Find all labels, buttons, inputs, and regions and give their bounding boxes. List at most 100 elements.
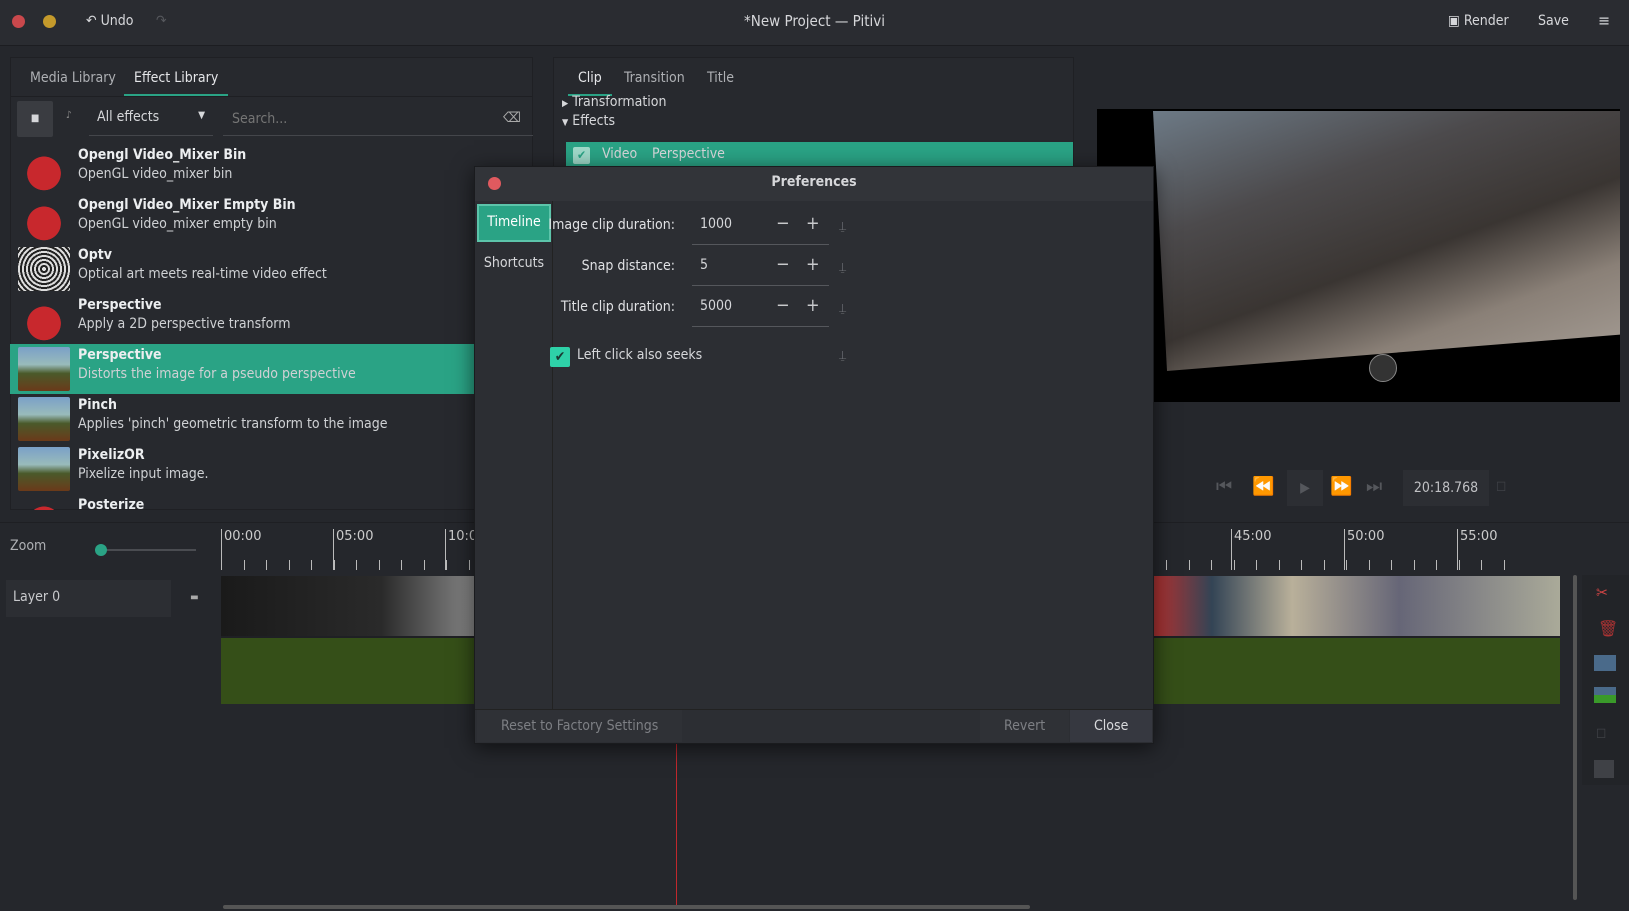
- expander-right-icon: ▶: [562, 99, 569, 109]
- effects-expander[interactable]: ▼ Effects: [562, 113, 615, 129]
- field-value[interactable]: 5: [700, 257, 708, 273]
- audio-effects-toggle[interactable]: ♪: [66, 110, 72, 121]
- effect-category: Video: [602, 146, 638, 162]
- minimize-window-button[interactable]: [43, 15, 56, 28]
- snapshot-icon[interactable]: ◻: [1596, 725, 1606, 741]
- gift-icon: [18, 497, 70, 510]
- close-button[interactable]: Close: [1070, 710, 1153, 742]
- split-icon[interactable]: ✂: [1596, 583, 1608, 602]
- transform-handle[interactable]: [1369, 354, 1397, 382]
- effect-name: Optv: [78, 247, 112, 263]
- field-value[interactable]: 5000: [700, 298, 732, 314]
- dialog-title: Preferences: [771, 174, 857, 190]
- layer-menu-icon[interactable]: ▬: [190, 592, 199, 603]
- menu-icon[interactable]: ≡: [1598, 11, 1610, 30]
- effect-name: Opengl Video_Mixer Empty Bin: [78, 197, 296, 213]
- transformation-expander[interactable]: ▶ Transformation: [562, 94, 666, 110]
- zoom-slider[interactable]: [95, 544, 196, 556]
- effect-list-item[interactable]: Opengl Video_Mixer Bin OpenGL video_mixer…: [10, 144, 475, 194]
- dialog-titlebar: Preferences: [475, 167, 1153, 201]
- play-icon[interactable]: ▶: [1287, 470, 1323, 506]
- reset-field-icon[interactable]: ⍊: [839, 348, 846, 363]
- close-window-button[interactable]: [12, 15, 25, 28]
- video-effects-toggle[interactable]: ■: [17, 101, 53, 137]
- timecode-display[interactable]: 20:18.768: [1403, 470, 1489, 506]
- undo-icon: ↶: [86, 13, 97, 29]
- effect-description: OpenGL video_mixer empty bin: [78, 216, 277, 232]
- ruler-tick: [221, 560, 222, 570]
- minus-icon[interactable]: −: [776, 213, 790, 234]
- group-icon[interactable]: [1594, 655, 1616, 671]
- video-viewer[interactable]: [1097, 109, 1620, 402]
- tab-effect-library[interactable]: Effect Library: [124, 70, 229, 96]
- playhead[interactable]: [676, 720, 677, 905]
- effect-list-item[interactable]: Pinch Applies 'pinch' geometric transform…: [10, 394, 475, 444]
- go-to-start-icon[interactable]: ⏮: [1216, 476, 1232, 497]
- left-click-seeks-label[interactable]: Left click also seeks: [577, 347, 702, 363]
- reset-field-icon[interactable]: ⍊: [839, 219, 846, 234]
- plus-icon[interactable]: +: [806, 213, 820, 234]
- go-to-end-icon[interactable]: ⏭: [1366, 476, 1382, 497]
- field-spinbutton[interactable]: 1000 − +: [692, 209, 829, 245]
- plus-icon[interactable]: +: [806, 254, 820, 275]
- zoom-text: Zoom: [10, 538, 47, 554]
- undo-label: Undo: [100, 13, 134, 29]
- fullscreen-icon[interactable]: ◻: [1496, 478, 1506, 494]
- landscape-icon: [18, 347, 70, 391]
- render-button[interactable]: ▣ Render: [1448, 13, 1509, 29]
- header-bar: ↶ Undo ↷ *New Project — Pitivi ▣ Render …: [0, 0, 1629, 46]
- vertical-scrollbar[interactable]: [1573, 575, 1577, 900]
- tab-clip[interactable]: Clip: [568, 70, 612, 96]
- effect-list-item[interactable]: PixelizOR Pixelize input image.: [10, 444, 475, 494]
- ruler-label: 00:00: [221, 529, 261, 570]
- reset-factory-button[interactable]: Reset to Factory Settings: [477, 710, 683, 742]
- effect-list-item[interactable]: Perspective Apply a 2D perspective transf…: [10, 294, 475, 344]
- field-spinbutton[interactable]: 5000 − +: [692, 291, 829, 327]
- search-input[interactable]: [223, 102, 533, 136]
- undo-button[interactable]: ↶ Undo: [86, 13, 133, 29]
- ruler-tick: [1413, 560, 1415, 570]
- redo-button[interactable]: ↷: [156, 13, 167, 29]
- ruler-label: 55:00: [1457, 529, 1497, 570]
- reset-field-icon[interactable]: ⍊: [839, 301, 846, 316]
- ruler-tick: [1391, 560, 1392, 570]
- ruler-tick: [333, 560, 335, 570]
- ruler-label: 50:00: [1344, 529, 1384, 570]
- dialog-footer: Reset to Factory Settings Revert Close: [475, 709, 1153, 743]
- tab-transition[interactable]: Transition: [624, 70, 685, 94]
- effect-row[interactable]: ✔ Video Perspective: [566, 142, 1073, 168]
- ruler-label: 05:00: [333, 529, 373, 570]
- minus-icon[interactable]: −: [776, 295, 790, 316]
- zoom-label: Zoom: [10, 538, 46, 554]
- save-button[interactable]: Save: [1538, 13, 1569, 29]
- markers-icon[interactable]: [1594, 760, 1614, 778]
- delete-icon[interactable]: 🗑: [1598, 619, 1618, 638]
- effect-list-item[interactable]: Posterize: [10, 494, 475, 510]
- rewind-icon[interactable]: ⏪: [1252, 476, 1274, 497]
- category-dropdown[interactable]: All effects ▼: [89, 102, 213, 136]
- audio-icon: ♪: [66, 110, 72, 121]
- plus-icon[interactable]: +: [806, 295, 820, 316]
- zoom-slider-handle[interactable]: [95, 544, 107, 556]
- align-icon[interactable]: [1594, 687, 1616, 703]
- fast-forward-icon[interactable]: ⏩: [1330, 476, 1352, 497]
- clear-search-icon[interactable]: ⌫: [503, 110, 521, 126]
- effect-list-item[interactable]: Perspective Distorts the image for a pseu…: [10, 344, 475, 394]
- checkbox-checked-icon[interactable]: ✔: [573, 147, 590, 164]
- revert-button[interactable]: Revert: [980, 710, 1070, 742]
- section-shortcuts[interactable]: Shortcuts: [475, 245, 553, 281]
- video-icon: ■: [30, 113, 40, 124]
- reset-field-icon[interactable]: ⍊: [839, 260, 846, 275]
- ruler-tick: [1503, 560, 1505, 570]
- effect-list-item[interactable]: Optv Optical art meets real-time video ef…: [10, 244, 475, 294]
- minus-icon[interactable]: −: [776, 254, 790, 275]
- tab-title[interactable]: Title: [707, 70, 734, 94]
- effect-list-item[interactable]: Opengl Video_Mixer Empty Bin OpenGL video…: [10, 194, 475, 244]
- left-click-seeks-checkbox[interactable]: ✔: [550, 347, 570, 367]
- field-spinbutton[interactable]: 5 − +: [692, 250, 829, 286]
- tab-media-library[interactable]: Media Library: [30, 70, 116, 94]
- section-timeline[interactable]: Timeline: [477, 204, 551, 242]
- field-value[interactable]: 1000: [700, 216, 732, 232]
- ruler-tick: [1368, 560, 1370, 570]
- horizontal-scrollbar[interactable]: [223, 905, 1030, 909]
